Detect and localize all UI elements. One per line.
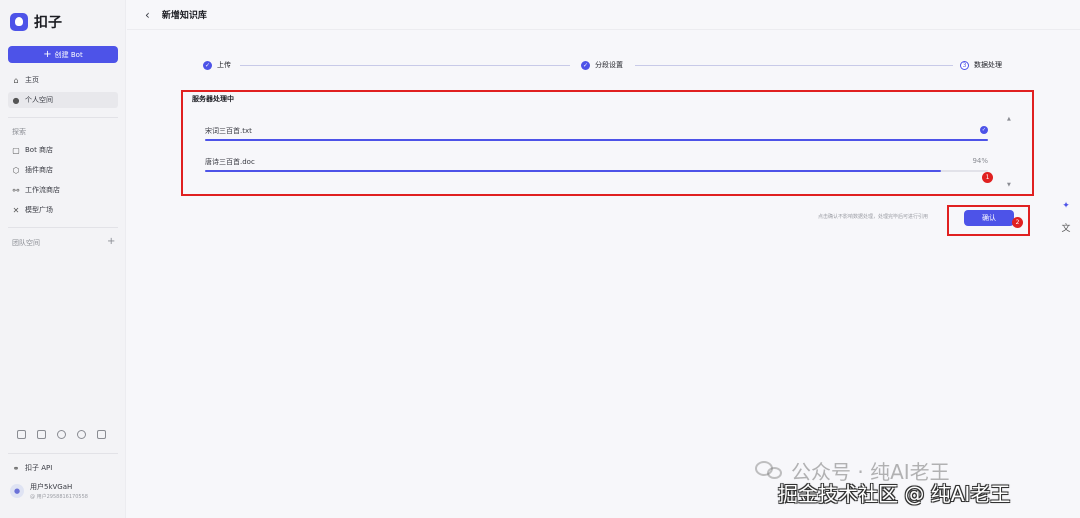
user-profile[interactable]: ● 用户5kVGaH @ 用户2958816170558: [10, 482, 88, 500]
plus-icon: +: [43, 48, 52, 60]
plugin-icon: ⬡: [12, 165, 20, 175]
step-data-processing: 3 数据处理: [960, 60, 1002, 70]
sidebar-item-workflow-store[interactable]: ⚯ 工作流商店: [8, 182, 118, 198]
create-bot-button[interactable]: + 创建 Bot: [8, 46, 118, 63]
page-header: ‹ 新增知识库: [127, 0, 1080, 30]
step-label: 数据处理: [974, 61, 1002, 69]
team-space-title: 团队空间: [12, 239, 40, 247]
sidebar-item-label: 模型广场: [25, 206, 53, 214]
message-icon[interactable]: [37, 430, 46, 439]
link-icon: ⚭: [12, 463, 20, 473]
progress-track: [205, 139, 988, 141]
scroll-up-icon[interactable]: ▲: [1007, 116, 1011, 122]
user-icon: ●: [12, 95, 20, 105]
api-link[interactable]: ⚭ 扣子 API: [12, 463, 53, 473]
workflow-icon: ⚯: [12, 185, 20, 195]
check-circle-icon: ✓: [980, 126, 988, 134]
brand-name: 扣子: [34, 15, 62, 31]
list-item: 唐诗三百首.doc 94%: [205, 157, 988, 172]
doc-icon[interactable]: [17, 430, 26, 439]
step-label: 分段设置: [595, 61, 623, 69]
progress-fill: [205, 139, 988, 141]
divider: [8, 453, 118, 454]
add-team-icon[interactable]: +: [107, 236, 115, 247]
list-item: 宋词三百首.txt ✓: [205, 126, 988, 141]
annotation-badge-1: 1: [982, 172, 993, 183]
sidebar-item-model-square[interactable]: ✕ 模型广场: [8, 202, 118, 218]
api-label: 扣子 API: [25, 464, 53, 472]
create-bot-label: 创建 Bot: [54, 50, 83, 59]
sidebar-item-label: 个人空间: [25, 96, 53, 104]
translate-icon[interactable]: 文: [1058, 219, 1074, 235]
sidebar-item-label: 插件商店: [25, 166, 53, 174]
sidebar-item-personal-space[interactable]: ● 个人空间: [8, 92, 118, 108]
user-id: @ 用户2958816170558: [30, 494, 88, 500]
sidebar-item-home[interactable]: ⌂ 主页: [8, 72, 118, 88]
sidebar: 扣子 + 创建 Bot ⌂ 主页 ● 个人空间 探索 ▢ Bot 商店 ⬡ 插件…: [0, 0, 126, 518]
step-connector: [635, 65, 953, 66]
coze-logo-icon: [10, 13, 28, 31]
step-number: 3: [960, 60, 969, 70]
avatar: ●: [10, 484, 24, 498]
sidebar-item-bot-store[interactable]: ▢ Bot 商店: [8, 142, 118, 158]
progress-track: [205, 170, 988, 172]
processing-title: 服务器处理中: [192, 95, 234, 103]
step-segment-settings: ✓ 分段设置: [581, 60, 623, 70]
model-icon: ✕: [12, 205, 20, 215]
scroll-down-icon[interactable]: ▼: [1007, 182, 1011, 188]
stats-icon[interactable]: [97, 430, 106, 439]
brand[interactable]: 扣子: [10, 12, 62, 32]
chat-icon[interactable]: [77, 430, 86, 439]
sidebar-item-label: 主页: [25, 76, 39, 84]
sidebar-item-label: Bot 商店: [25, 146, 54, 154]
divider: [8, 117, 118, 118]
scrollbar[interactable]: ▲ ▼: [1006, 116, 1012, 188]
sidebar-item-label: 工作流商店: [25, 186, 60, 194]
step-connector: [240, 65, 570, 66]
sidebar-item-plugin-store[interactable]: ⬡ 插件商店: [8, 162, 118, 178]
home-icon: ⌂: [13, 75, 19, 85]
confirm-button[interactable]: 确认: [964, 210, 1014, 226]
divider: [8, 227, 118, 228]
sparkle-icon[interactable]: ✦: [1058, 198, 1074, 214]
annotation-badge-2: 2: [1012, 217, 1023, 228]
community-icon[interactable]: [57, 430, 66, 439]
confirm-hint: 点击确认不影响数据处理，处理完毕后可进行引用: [818, 214, 929, 220]
step-label: 上传: [217, 61, 231, 69]
bottom-toolbar: [17, 430, 106, 439]
check-icon: ✓: [203, 60, 212, 70]
step-upload: ✓ 上传: [203, 60, 231, 70]
watermark-text-2: 掘金技术社区 @ 纯AI老王: [778, 482, 1011, 506]
bot-icon: ▢: [12, 145, 20, 155]
page-title: 新增知识库: [161, 11, 207, 21]
progress-fill: [205, 170, 942, 172]
back-arrow-icon[interactable]: ‹: [145, 8, 150, 22]
user-name: 用户5kVGaH: [30, 483, 73, 491]
progress-percent: 94%: [972, 157, 988, 165]
file-name: 唐诗三百首.doc: [205, 158, 255, 166]
file-name: 宋词三百首.txt: [205, 127, 252, 135]
explore-section-title: 探索: [12, 128, 26, 136]
check-icon: ✓: [581, 60, 590, 70]
